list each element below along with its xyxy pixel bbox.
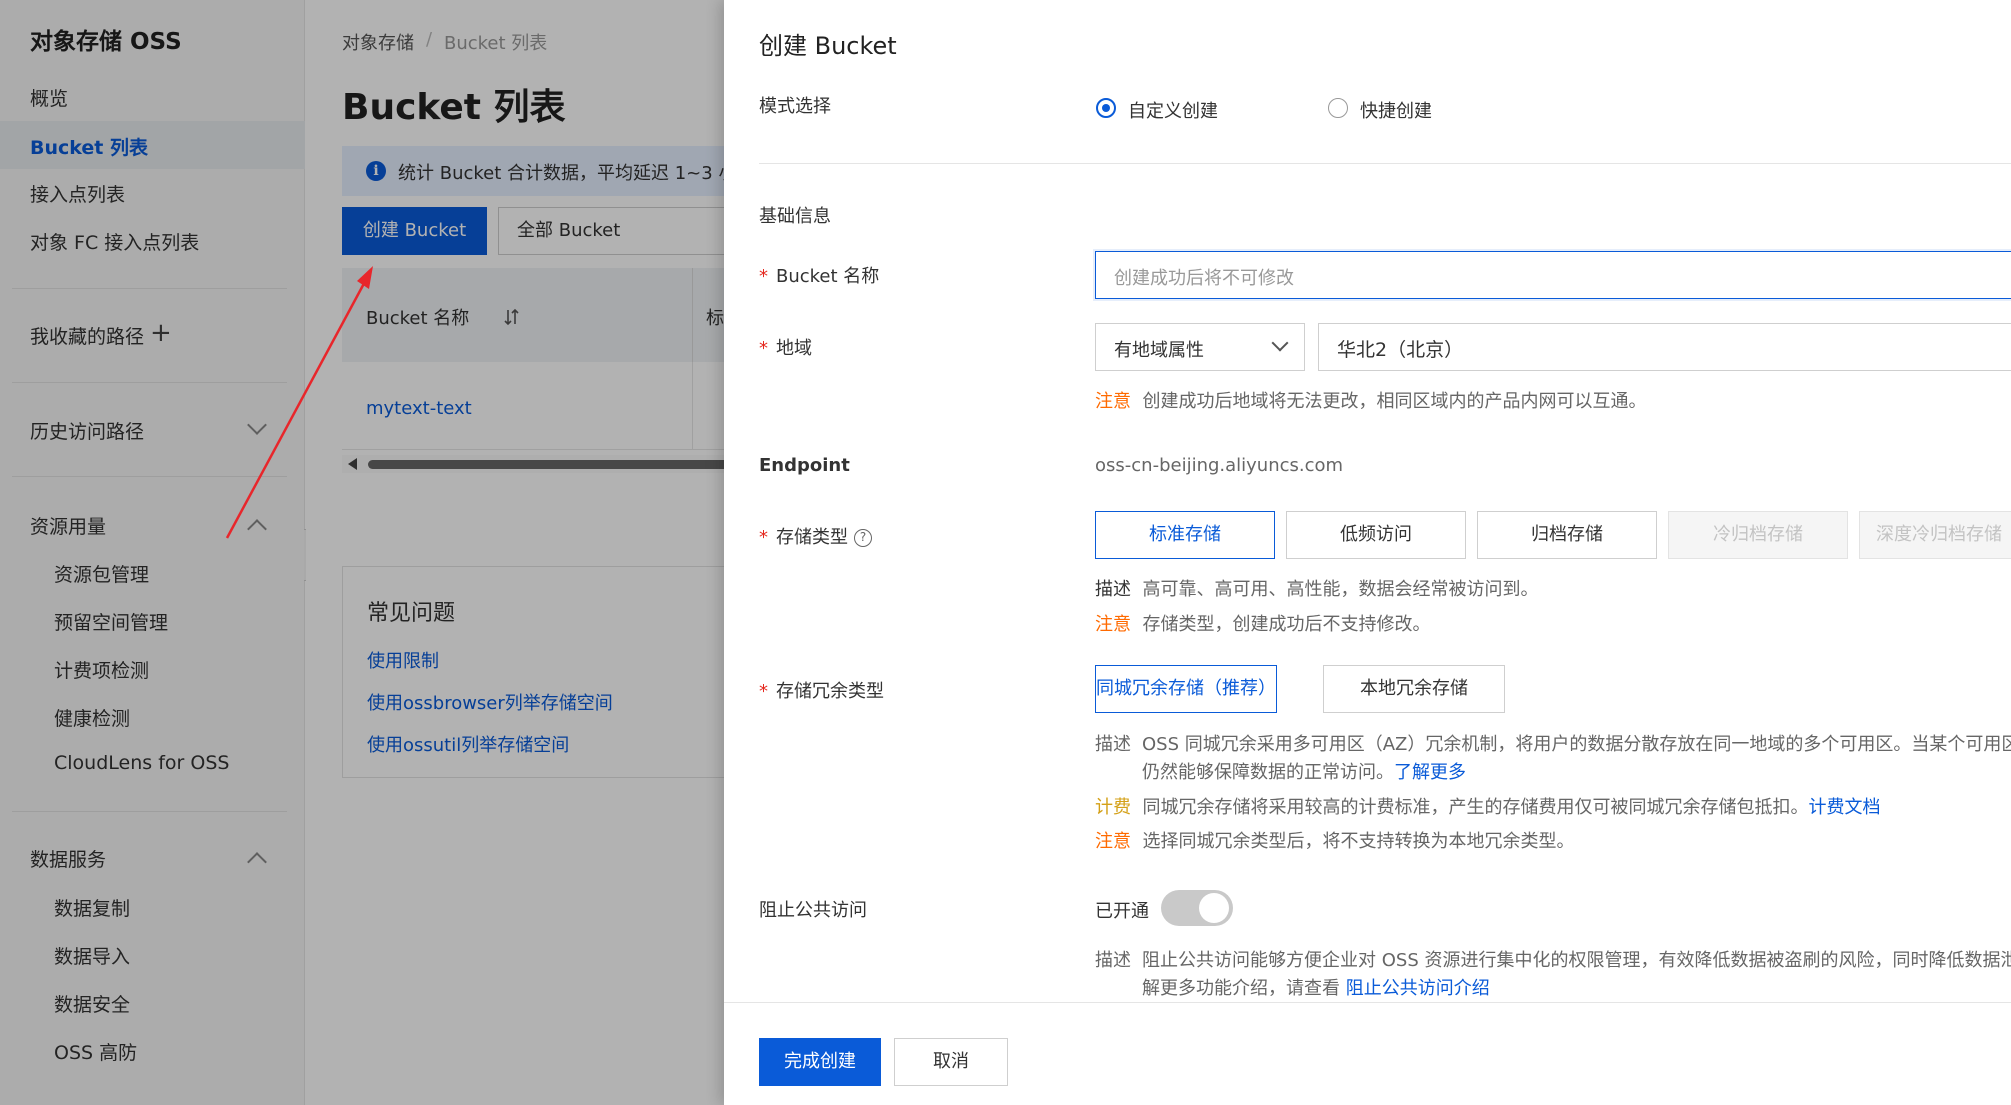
region-value: 华北2（北京） (1337, 339, 1464, 361)
endpoint-value: oss-cn-beijing.aliyuncs.com (1095, 455, 1344, 476)
region-attribute-select[interactable]: 有地域属性 (1095, 323, 1305, 371)
region-note: 注意 创建成功后地域将无法更改，相同区域内的产品内网可以互通。 (1095, 391, 1647, 412)
block-public-label: 阻止公共访问 (759, 900, 867, 921)
drawer-footer: 完成创建 取消 (724, 1002, 2011, 1105)
storage-class-archive[interactable]: 归档存储 (1477, 511, 1657, 559)
storage-class-ia[interactable]: 低频访问 (1286, 511, 1466, 559)
mode-label: 模式选择 (759, 96, 831, 117)
bucket-name-input[interactable]: 创建成功后将不可修改 (1095, 251, 2011, 299)
radio-custom-create[interactable] (1096, 98, 1116, 118)
region-select[interactable]: 华北2（北京） (1318, 323, 2011, 371)
bucket-name-label: * Bucket 名称 (759, 266, 880, 287)
bucket-name-placeholder: 创建成功后将不可修改 (1114, 268, 1294, 289)
complete-create-button[interactable]: 完成创建 (759, 1038, 881, 1086)
divider (759, 163, 2011, 164)
region-attribute-value: 有地域属性 (1114, 340, 1204, 361)
block-public-status: 已开通 (1095, 901, 1149, 922)
help-icon[interactable]: ? (854, 529, 872, 547)
block-public-desc-line2: 解更多功能介绍，请查看 阻止公共访问介绍 (1142, 978, 1490, 999)
billing-doc-link[interactable]: 计费文档 (1808, 797, 1880, 818)
radio-custom-create-label[interactable]: 自定义创建 (1128, 97, 1218, 123)
learn-more-link[interactable]: 了解更多 (1394, 762, 1466, 783)
redundancy-lrs[interactable]: 本地冗余存储 (1323, 665, 1505, 713)
block-public-desc-key: 描述 (1095, 950, 1131, 971)
block-public-desc-line1: 阻止公共访问能够方便企业对 OSS 资源进行集中化的权限管理，有效降低数据被盗刷… (1142, 950, 2011, 971)
radio-quick-create[interactable] (1328, 98, 1348, 118)
chevron-down-icon (1271, 334, 1289, 352)
storage-class-label: * 存储类型? (759, 523, 872, 549)
storage-class-standard[interactable]: 标准存储 (1095, 511, 1275, 559)
storage-class-deep-cold-archive: 深度冷归档存储 (1859, 511, 2011, 559)
storage-class-desc: 描述 高可靠、高可用、高性能，数据会经常被访问到。 (1095, 579, 1539, 600)
redundancy-fee: 计费 同城冗余存储将采用较高的计费标准，产生的存储费用仅可被同城冗余存储包抵扣。… (1095, 797, 1881, 818)
region-label: * 地域 (759, 338, 812, 359)
toggle-knob (1199, 893, 1229, 923)
redundancy-zrs[interactable]: 同城冗余存储（推荐） (1095, 665, 1277, 713)
endpoint-label: Endpoint (759, 455, 850, 476)
create-bucket-drawer: 创建 Bucket 模式选择 自定义创建 快捷创建 基础信息 * Bucket 名… (724, 0, 2011, 1105)
block-public-intro-link[interactable]: 阻止公共访问介绍 (1346, 978, 1490, 999)
section-basic-info: 基础信息 (759, 206, 831, 227)
redundancy-note: 注意 选择同城冗余类型后，将不支持转换为本地冗余类型。 (1095, 831, 1575, 852)
redundancy-desc-key: 描述 (1095, 734, 1131, 755)
redundancy-desc-line2: 仍然能够保障数据的正常访问。了解更多 (1142, 762, 1466, 783)
radio-quick-create-label[interactable]: 快捷创建 (1360, 97, 1432, 123)
storage-class-note: 注意 存储类型，创建成功后不支持修改。 (1095, 614, 1431, 635)
cancel-button[interactable]: 取消 (894, 1038, 1008, 1086)
redundancy-label: * 存储冗余类型 (759, 681, 884, 702)
block-public-toggle[interactable] (1161, 890, 1233, 926)
storage-class-cold-archive: 冷归档存储 (1668, 511, 1848, 559)
modal-backdrop[interactable] (0, 0, 724, 1105)
drawer-title: 创建 Bucket (759, 32, 897, 60)
redundancy-desc-line1: OSS 同城冗余采用多可用区（AZ）冗余机制，将用户的数据分散存放在同一地域的多… (1142, 734, 2011, 755)
